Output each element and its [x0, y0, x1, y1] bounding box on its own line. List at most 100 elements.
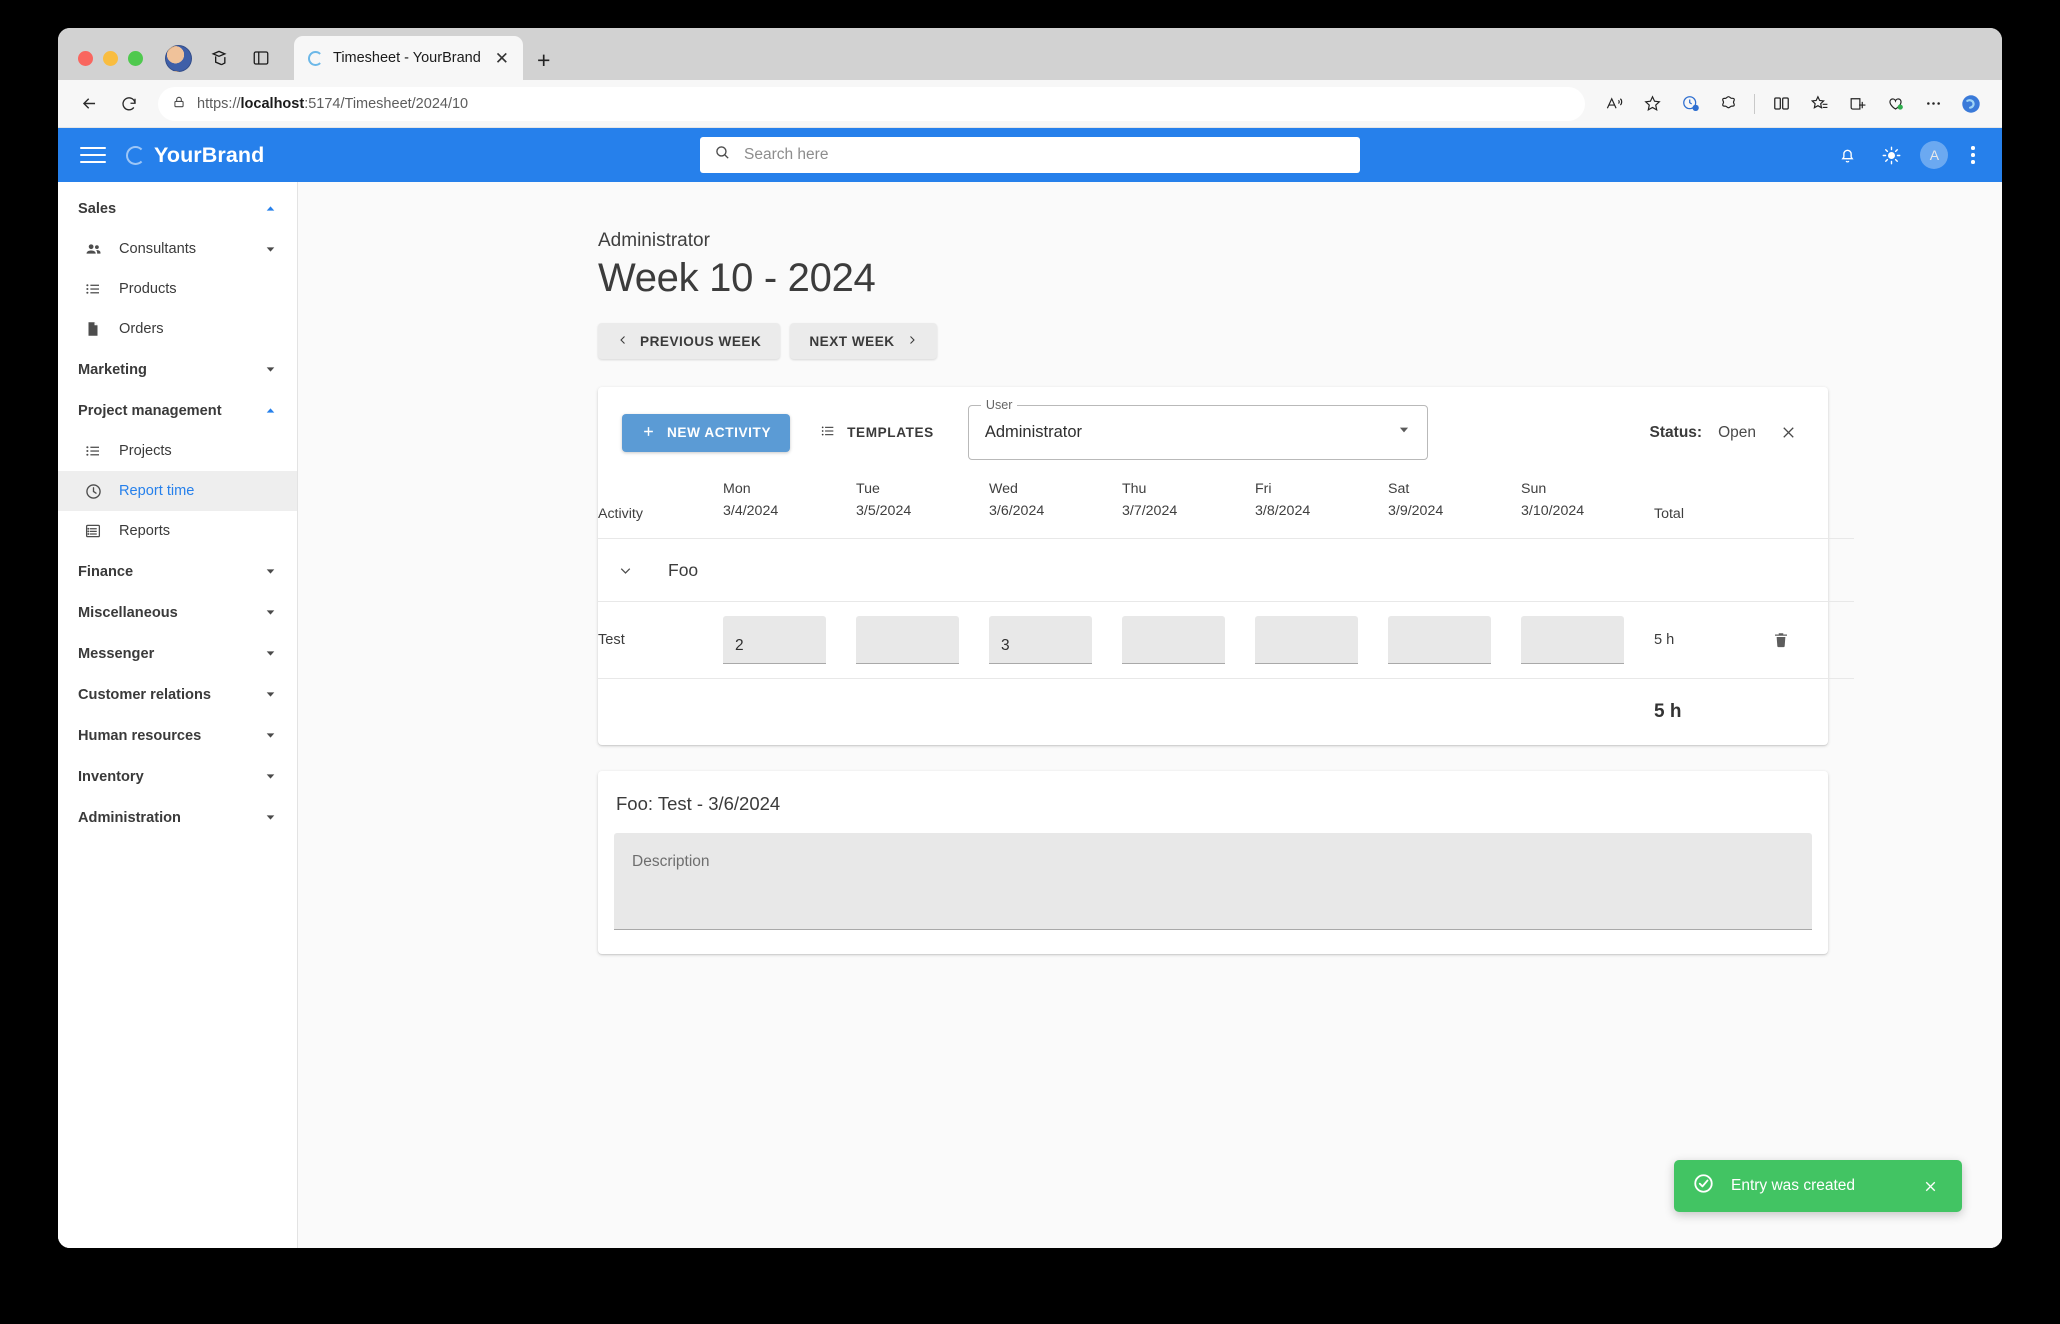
clock-icon: [83, 481, 103, 501]
sidebar-item-report-time[interactable]: Report time: [58, 471, 297, 511]
favorite-star-icon[interactable]: [1635, 87, 1669, 121]
table-row: Test 2 3 5 h: [598, 601, 1854, 679]
browser-window: Timesheet - YourBrand ✕ + https://localh…: [58, 28, 2002, 1248]
screen: Timesheet - YourBrand ✕ + https://localh…: [0, 0, 2060, 1324]
row-total-cell: 5 h: [1654, 601, 1764, 679]
sidebar-item-label: Report time: [119, 483, 195, 499]
toast-message: Entry was created: [1731, 1177, 1856, 1194]
sidebar-group-sales[interactable]: Sales: [58, 188, 297, 229]
hours-cell-sat: [1388, 601, 1521, 679]
chevron-right-icon: [906, 334, 918, 349]
sidebar-group-inventory[interactable]: Inventory: [58, 756, 297, 797]
sidebar-group-messenger[interactable]: Messenger: [58, 633, 297, 674]
theme-sun-icon[interactable]: [1876, 140, 1906, 170]
chevron-down-icon: [264, 729, 277, 742]
sidebar-group-miscellaneous[interactable]: Miscellaneous: [58, 592, 297, 633]
tab-close-icon[interactable]: ✕: [491, 48, 513, 69]
toolbar-divider: [1754, 93, 1755, 114]
loading-ring-favicon: [308, 50, 323, 66]
split-screen-icon[interactable]: [1764, 87, 1798, 121]
sidebar-group-label: Customer relations: [78, 686, 211, 703]
hours-input-wed[interactable]: [989, 616, 1092, 664]
header-day-sat: Sat 3/9/2024: [1388, 472, 1521, 539]
browser-toolbar-actions: [1597, 87, 1988, 121]
copilot-sidebar-icon[interactable]: [1954, 87, 1988, 121]
browser-tab[interactable]: Timesheet - YourBrand ✕: [294, 36, 524, 80]
search-box[interactable]: Search here: [700, 137, 1360, 173]
tab-actions-icon[interactable]: [244, 41, 278, 75]
next-week-button[interactable]: NEXT WEEK: [790, 323, 937, 359]
sidebar-item-projects[interactable]: Projects: [58, 431, 297, 471]
new-activity-button[interactable]: NEW ACTIVITY: [622, 413, 791, 452]
sidebar: Sales Consultants Products Orders Market…: [58, 182, 298, 1248]
sidebar-group-finance[interactable]: Finance: [58, 551, 297, 592]
sidebar-item-orders[interactable]: Orders: [58, 309, 297, 349]
header-day-thu: Thu 3/7/2024: [1122, 472, 1255, 539]
people-icon: [83, 239, 103, 259]
project-group-row[interactable]: Foo: [598, 538, 1854, 602]
browser-profile-avatar[interactable]: [165, 45, 192, 72]
window-minimize-button[interactable]: [103, 51, 118, 66]
sidebar-item-label: Orders: [119, 321, 164, 337]
sidebar-group-marketing[interactable]: Marketing: [58, 349, 297, 390]
main-content: Administrator Week 10 - 2024 PREVIOUS WE…: [298, 182, 2002, 1248]
user-select[interactable]: User Administrator: [967, 398, 1428, 460]
hours-input-fri[interactable]: [1255, 616, 1358, 664]
sidebar-item-label: Consultants: [119, 241, 197, 257]
description-textarea[interactable]: Description: [614, 833, 1812, 930]
hours-input-sat[interactable]: [1388, 616, 1491, 664]
hours-cell-fri: [1255, 601, 1388, 679]
plus-icon: [641, 424, 656, 442]
toast-close-icon[interactable]: [1916, 1172, 1944, 1200]
notifications-bell-icon[interactable]: [1832, 140, 1862, 170]
hours-input-sun[interactable]: [1521, 616, 1624, 664]
previous-week-button[interactable]: PREVIOUS WEEK: [598, 323, 781, 359]
workspaces-icon[interactable]: [202, 41, 236, 75]
hours-input-thu[interactable]: [1122, 616, 1225, 664]
header-day-date: 3/7/2024: [1122, 503, 1178, 519]
header-day-name: Mon: [723, 481, 751, 497]
user-avatar[interactable]: A: [1920, 141, 1949, 169]
status-area: Status: Open: [1650, 417, 1804, 449]
sidebar-item-reports[interactable]: Reports: [58, 511, 297, 551]
sidebar-group-administration[interactable]: Administration: [58, 797, 297, 838]
grand-total-row: 5 h: [598, 679, 1854, 746]
settings-more-icon[interactable]: [1916, 87, 1950, 121]
sidebar-item-label: Reports: [119, 523, 171, 539]
sidebar-item-consultants[interactable]: Consultants: [58, 229, 297, 269]
document-icon: [83, 319, 103, 339]
reload-button[interactable]: [112, 87, 146, 121]
timesheet-head: Activity Mon 3/4/2024 Tue 3/5/2024 Wed 3…: [598, 472, 1854, 539]
copilot-icon[interactable]: [1711, 87, 1745, 121]
read-aloud-icon[interactable]: [1597, 87, 1631, 121]
collections-icon[interactable]: [1840, 87, 1874, 121]
trash-icon[interactable]: [1764, 623, 1798, 657]
more-vertical-icon[interactable]: [1962, 142, 1984, 168]
performance-icon[interactable]: [1878, 87, 1912, 121]
row-actions-cell: [1764, 601, 1854, 679]
address-bar-url: https://localhost:5174/Timesheet/2024/10: [197, 95, 469, 112]
sidebar-group-human-resources[interactable]: Human resources: [58, 715, 297, 756]
hours-input-mon[interactable]: [723, 616, 826, 664]
templates-button[interactable]: TEMPLATES: [804, 414, 950, 452]
app-header: YourBrand Search here A: [58, 128, 2002, 182]
back-button[interactable]: [72, 87, 106, 121]
menu-toggle-icon[interactable]: [76, 138, 110, 172]
project-group-cell: Foo: [598, 538, 1854, 602]
close-icon[interactable]: [1772, 417, 1804, 449]
browser-essentials-icon[interactable]: [1673, 87, 1707, 121]
sidebar-item-products[interactable]: Products: [58, 269, 297, 309]
hours-input-tue[interactable]: [856, 616, 959, 664]
timesheet-page: Administrator Week 10 - 2024 PREVIOUS WE…: [298, 230, 2002, 954]
chevron-down-icon[interactable]: [612, 557, 638, 583]
sidebar-group-project-management[interactable]: Project management: [58, 390, 297, 431]
chevron-down-icon: [264, 647, 277, 660]
window-close-button[interactable]: [78, 51, 93, 66]
window-maximize-button[interactable]: [128, 51, 143, 66]
sidebar-group-customer-relations[interactable]: Customer relations: [58, 674, 297, 715]
sidebar-group-label: Administration: [78, 809, 181, 826]
grand-total: 5 h: [1654, 701, 1682, 722]
new-tab-button[interactable]: +: [537, 49, 550, 72]
favorites-icon[interactable]: [1802, 87, 1836, 121]
address-bar[interactable]: https://localhost:5174/Timesheet/2024/10: [158, 86, 1585, 121]
